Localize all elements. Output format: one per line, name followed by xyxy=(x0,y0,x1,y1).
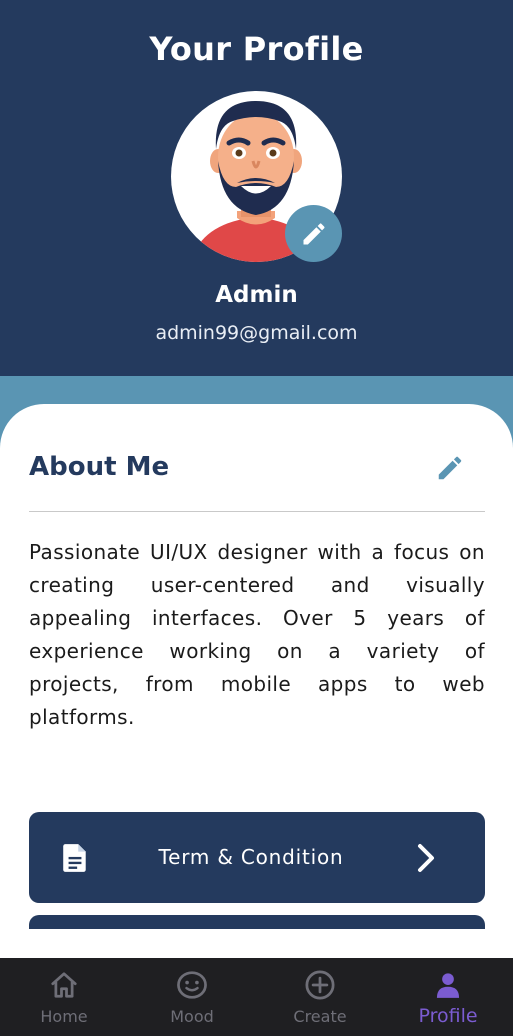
user-email: admin99@gmail.com xyxy=(155,322,358,344)
about-description: Passionate UI/UX designer with a focus o… xyxy=(29,540,485,729)
person-icon xyxy=(434,969,462,1001)
pencil-icon xyxy=(303,222,325,244)
home-icon xyxy=(49,969,79,1001)
tab-mood-label: Mood xyxy=(170,1007,214,1026)
page-title: Your Profile xyxy=(149,30,364,68)
chevron-right-icon xyxy=(415,842,439,878)
user-name: Admin xyxy=(215,282,298,308)
tab-mood[interactable]: Mood xyxy=(128,958,256,1036)
profile-header: Your Profile Admin admin99@gmail.com xyxy=(0,0,513,376)
tab-home[interactable]: Home xyxy=(0,958,128,1036)
divider xyxy=(29,511,485,512)
profile-card: About Me Passionate UI/UX designer with … xyxy=(0,404,513,975)
tab-create[interactable]: Create xyxy=(256,958,384,1036)
tab-profile[interactable]: Profile xyxy=(384,958,512,1036)
terms-condition-label: Term & Condition xyxy=(158,845,344,869)
about-title: About Me xyxy=(29,452,170,482)
bottom-tab-bar: Home Mood Create Profile xyxy=(0,958,513,1036)
edit-about-button[interactable] xyxy=(432,450,468,486)
pencil-icon xyxy=(438,456,462,480)
tab-profile-label: Profile xyxy=(418,1005,478,1027)
mood-face-icon xyxy=(176,969,208,1001)
plus-circle-icon xyxy=(305,969,335,1001)
tab-home-label: Home xyxy=(40,1007,88,1026)
edit-avatar-button[interactable] xyxy=(285,205,342,262)
tab-create-label: Create xyxy=(293,1007,347,1026)
terms-condition-button[interactable]: Term & Condition xyxy=(29,812,485,903)
avatar-container xyxy=(171,91,342,262)
scroll-clip xyxy=(0,929,513,958)
